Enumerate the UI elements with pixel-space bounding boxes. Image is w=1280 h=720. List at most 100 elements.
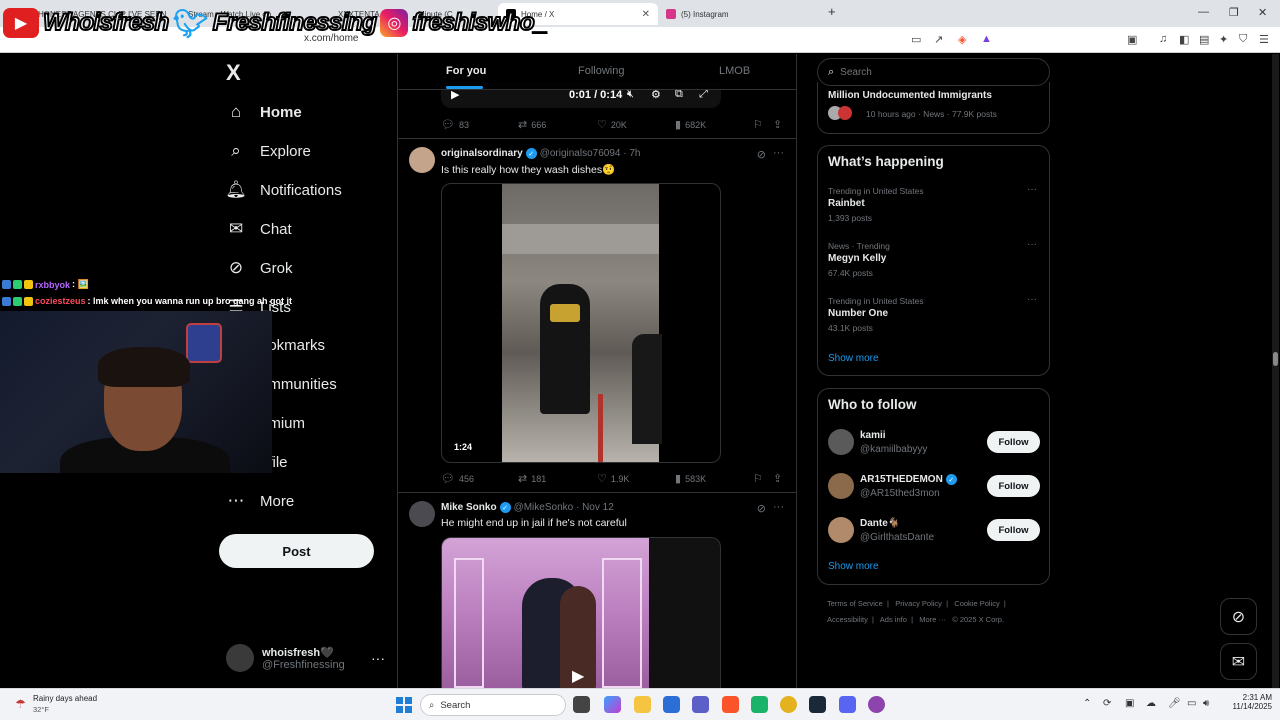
suggestion-name[interactable]: kamii	[860, 430, 886, 441]
tweet-handle[interactable]: @originalso76094 · 7h	[540, 148, 641, 159]
trend-name[interactable]: Megyn Kelly	[828, 253, 886, 264]
show-more-link[interactable]: Show more	[828, 561, 879, 572]
cast-icon[interactable]: ▭	[911, 33, 921, 46]
like-button[interactable]: ♡ 20K	[597, 118, 627, 131]
grok-fab-button[interactable]: ⊘	[1220, 598, 1257, 635]
repost-button[interactable]: ⇄ 181	[518, 472, 546, 485]
more-icon[interactable]: ···	[1027, 184, 1037, 195]
views-button[interactable]: ▮ 583K	[675, 472, 706, 485]
follow-button[interactable]: Follow	[987, 519, 1040, 541]
page-scrollbar[interactable]	[1272, 54, 1279, 688]
wallet-icon[interactable]: ▤	[1199, 33, 1209, 46]
tweet-video[interactable]: 1:24	[441, 183, 721, 463]
taskbar-search[interactable]: ⌕ Search	[420, 694, 566, 716]
footer-link[interactable]: More ···	[919, 615, 946, 624]
browser-tab[interactable]: (5) Instagram	[658, 3, 818, 25]
panel-icon[interactable]: ◧	[1179, 33, 1189, 46]
brave-icon[interactable]	[722, 696, 739, 713]
chrome-icon[interactable]	[780, 696, 797, 713]
sidebar-item-explore[interactable]: ⌕ Explore	[226, 137, 311, 165]
copilot-icon[interactable]	[604, 696, 621, 713]
footer-link[interactable]: Accessibility	[827, 615, 868, 624]
task-view-icon[interactable]	[573, 696, 590, 713]
system-clock[interactable]: 2:31 AM 11/14/2025	[1226, 693, 1272, 711]
avatar[interactable]	[409, 147, 435, 173]
grok-icon[interactable]: ⊘	[757, 148, 766, 161]
bookmark-button[interactable]: ⚐	[753, 118, 763, 131]
sidebar-item-grok[interactable]: ⊘ Grok	[226, 254, 293, 282]
tweet-handle[interactable]: @MikeSonko · Nov 12	[514, 502, 614, 513]
views-button[interactable]: ▮ 682K	[675, 118, 706, 131]
play-icon[interactable]: ▶	[572, 666, 584, 686]
tab-for-you[interactable]: For you	[446, 65, 486, 77]
brave-shield-icon[interactable]: ◈	[958, 33, 966, 46]
messages-fab-button[interactable]: ✉	[1220, 643, 1257, 680]
more-icon[interactable]: ···	[773, 501, 784, 513]
repost-button[interactable]: ⇄ 666	[518, 118, 546, 131]
more-icon[interactable]: ···	[1027, 239, 1037, 250]
restore-icon[interactable]: ❐	[1229, 6, 1239, 19]
footer-link[interactable]: Cookie Policy	[954, 599, 999, 608]
follow-button[interactable]: Follow	[987, 475, 1040, 497]
tweet-video[interactable]: ▶	[441, 537, 721, 689]
avatar[interactable]	[409, 501, 435, 527]
news-card[interactable]: Million Undocumented Immigrants 10 hours…	[817, 82, 1050, 134]
teams-icon[interactable]	[692, 696, 709, 713]
footer-link[interactable]: Terms of Service	[827, 599, 883, 608]
app-icon[interactable]	[868, 696, 885, 713]
suggestion-name[interactable]: Dante🐐	[860, 518, 900, 529]
file-explorer-icon[interactable]	[634, 696, 651, 713]
reply-button[interactable]: 💬︎ 83	[441, 118, 469, 131]
avatar[interactable]	[828, 429, 854, 455]
more-icon[interactable]: ···	[1027, 294, 1037, 305]
sync-icon[interactable]: ⟳	[1103, 698, 1111, 709]
x-logo[interactable]: X	[226, 60, 241, 86]
share-icon[interactable]: ↗	[934, 33, 943, 46]
scrollbar-thumb[interactable]	[1273, 352, 1278, 366]
trend-name[interactable]: Rainbet	[828, 198, 865, 209]
tab-following[interactable]: Following	[578, 65, 624, 77]
reply-button[interactable]: 💬︎ 456	[441, 472, 474, 485]
minimize-icon[interactable]: —	[1198, 6, 1209, 18]
show-more-link[interactable]: Show more	[828, 353, 879, 364]
tweet-author[interactable]: Mike Sonko	[441, 502, 497, 513]
steam-icon[interactable]	[809, 696, 826, 713]
cloud-icon[interactable]: ☁	[1146, 698, 1156, 709]
more-icon[interactable]: ···	[773, 147, 784, 159]
tweet-author[interactable]: originalsordinary	[441, 148, 523, 159]
follow-button[interactable]: Follow	[987, 431, 1040, 453]
sidebar-item-more[interactable]: ⋯ More	[226, 487, 295, 515]
menu-icon[interactable]: ☰	[1259, 33, 1269, 46]
app-icon[interactable]	[751, 696, 768, 713]
grok-icon[interactable]: ⊘	[757, 502, 766, 515]
windows-start-icon[interactable]	[396, 697, 412, 713]
like-button[interactable]: ♡ 1.9K	[597, 472, 629, 485]
trend-name[interactable]: Number One	[828, 308, 888, 319]
display-icon[interactable]: ▭	[1187, 698, 1196, 709]
suggestion-name[interactable]: AR15THEDEMON ✓	[860, 474, 957, 485]
new-tab-button[interactable]: +	[828, 4, 836, 19]
discord-icon[interactable]	[839, 696, 856, 713]
close-tab-icon[interactable]: ✕	[642, 9, 650, 20]
sidebar-item-notifications[interactable]: 🔔︎ Notifications	[225, 176, 342, 204]
mic-icon[interactable]: 🎤︎	[1168, 698, 1181, 709]
bookmark-button[interactable]: ⚐	[753, 472, 763, 485]
post-button[interactable]: Post	[219, 534, 374, 568]
weather-text[interactable]: Rainy days ahead	[33, 694, 97, 703]
volume-icon[interactable]: 🔊︎	[1203, 698, 1209, 709]
tab-lmob[interactable]: LMOB	[719, 65, 750, 77]
account-switcher[interactable]: whoisfresh🖤 @Freshfinessing	[226, 644, 345, 672]
chevron-up-icon[interactable]: ⌃	[1083, 698, 1091, 709]
vpn-icon[interactable]: ⛉	[1239, 33, 1247, 46]
share-button[interactable]: ⇪	[773, 472, 782, 485]
sidebar-item-chat[interactable]: ✉ Chat	[226, 215, 292, 243]
rewards-icon[interactable]: ▲	[981, 33, 992, 45]
footer-link[interactable]: Ads info	[880, 615, 907, 624]
avatar[interactable]	[828, 517, 854, 543]
tray-app-icon[interactable]: ▣	[1125, 698, 1134, 709]
share-button[interactable]: ⇪	[773, 118, 782, 131]
store-icon[interactable]	[663, 696, 680, 713]
avatar[interactable]	[828, 473, 854, 499]
music-icon[interactable]: ♫	[1159, 33, 1167, 45]
ai-icon[interactable]: ✦	[1219, 33, 1228, 46]
